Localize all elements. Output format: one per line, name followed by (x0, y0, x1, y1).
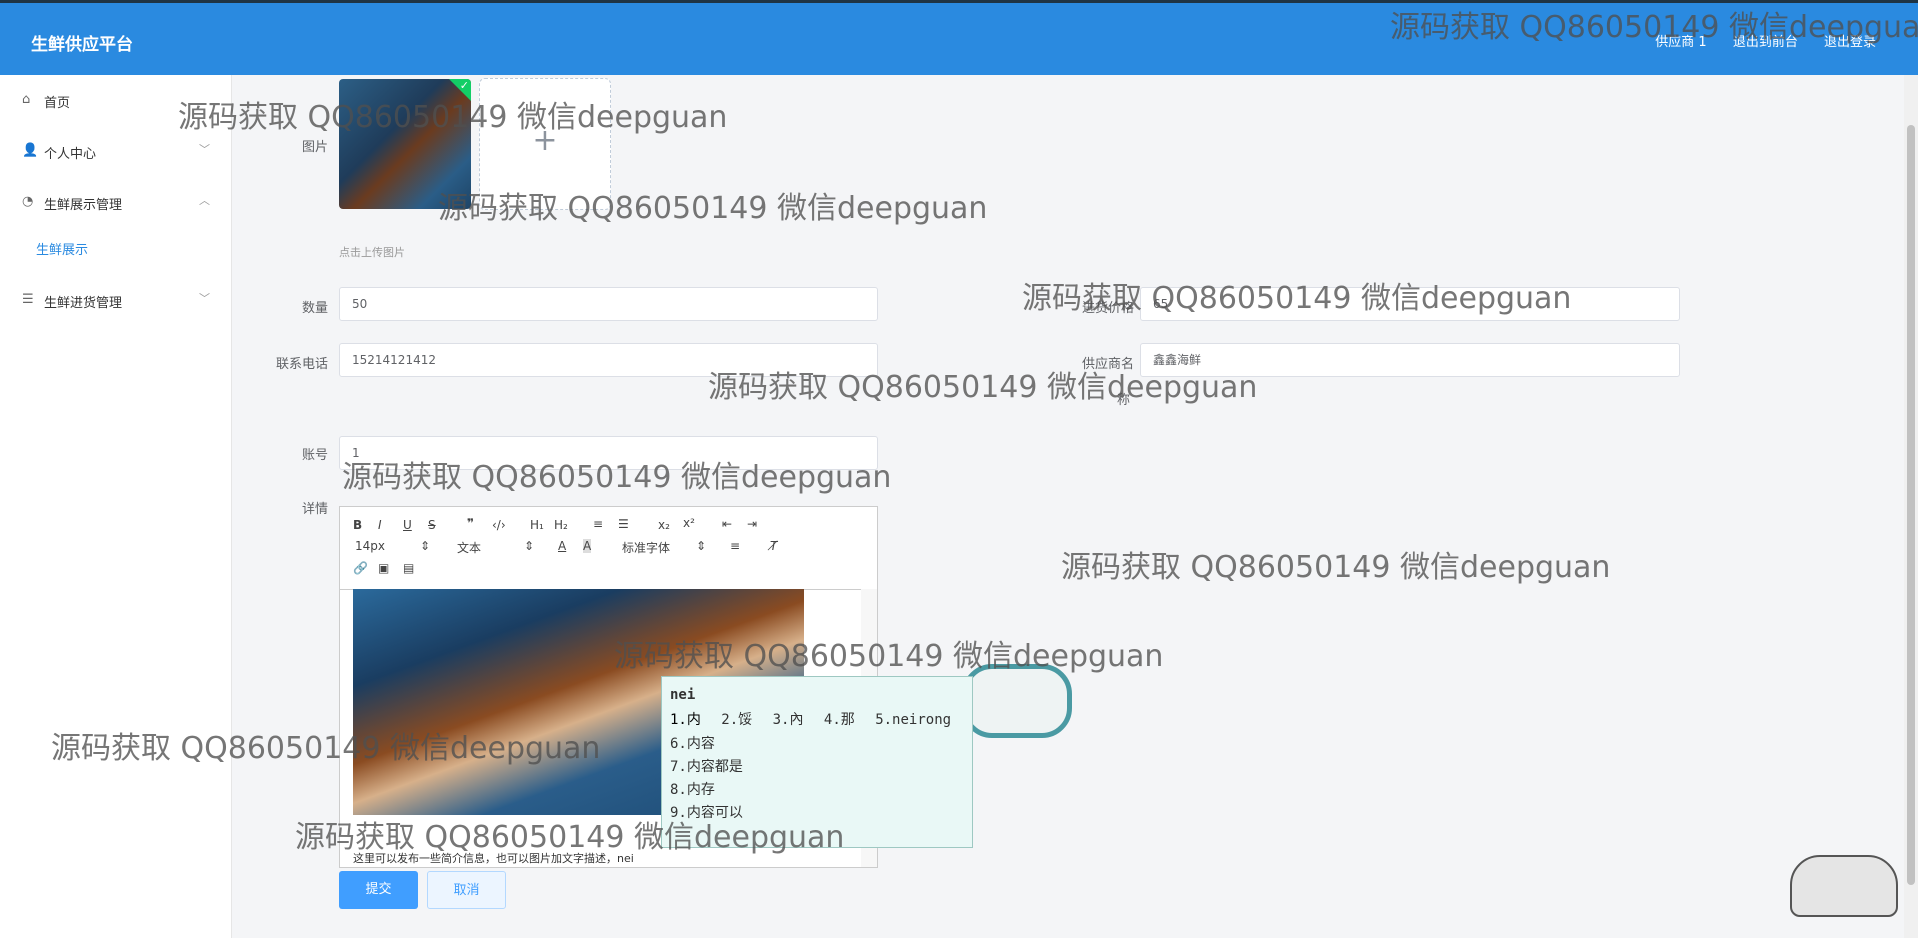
price-label: 进货价格 (1081, 301, 1134, 316)
quote-icon[interactable]: ❞ (467, 516, 474, 530)
superscript-icon[interactable]: x² (683, 516, 695, 530)
ime-mascot-icon (1790, 855, 1898, 917)
image-label: 图片 (301, 140, 328, 155)
app-title: 生鲜供应平台 (31, 35, 133, 55)
code-icon[interactable]: ‹/› (492, 518, 506, 532)
top-bar: 生鲜供应平台 供应商 1 退出到前台 退出登录 (0, 0, 1918, 75)
ime-candidate-row: 1.内 2.馁 3.內 4.那 5.neirong (670, 709, 963, 729)
paragraph-select[interactable]: 文本 (457, 539, 481, 556)
underline-icon[interactable]: U (403, 518, 412, 532)
align-icon[interactable]: ≡ (730, 539, 740, 553)
ime-candidate-window[interactable]: nei 1.内 2.馁 3.內 4.那 5.neirong 6.内容 7.内容都… (661, 676, 973, 848)
user-icon: 👤 (22, 143, 39, 158)
account-label: 账号 (301, 448, 328, 463)
image-icon[interactable]: ▣ (378, 561, 389, 575)
ime-candidate[interactable]: 7.内容都是 (670, 756, 743, 776)
heading1-icon[interactable]: H₁ (530, 518, 544, 532)
outdent-icon[interactable]: ⇤ (722, 517, 732, 531)
chevron-updown-icon: ⇕ (524, 539, 535, 553)
cancel-button[interactable]: 取消 (427, 871, 506, 909)
account-input[interactable]: 1 (339, 436, 878, 470)
ordered-list-icon[interactable]: ≡ (593, 517, 603, 531)
chevron-updown-icon: ⇕ (420, 539, 431, 553)
dashboard-icon: ◔ (22, 194, 34, 209)
background-color-icon[interactable]: A (583, 539, 592, 553)
ime-candidate[interactable]: 6.内容 (670, 733, 715, 753)
ime-candidate[interactable]: 3.內 (773, 712, 804, 728)
bullet-list-icon[interactable]: ☰ (618, 517, 629, 531)
phone-label: 联系电话 (275, 357, 328, 372)
editor-toolbar: B I U S ❞ ‹/› H₁ H₂ ≡ ☰ x₂ x² ⇤ ⇥ 14px ⇕… (340, 507, 877, 590)
sidebar-item-label: 首页 (44, 96, 71, 111)
chevron-down-icon: ﹀ (199, 143, 210, 156)
sidebar-item-fresh-display[interactable]: ◔ 生鲜展示管理 ︿ (0, 185, 232, 221)
phone-input[interactable]: 15214121412 (339, 343, 878, 377)
sidebar-item-profile[interactable]: 👤 个人中心 ﹀ (0, 134, 232, 170)
quantity-label: 数量 (301, 301, 328, 316)
clear-format-icon[interactable]: T̸ (770, 539, 777, 553)
sidebar: ⌂ 首页 👤 个人中心 ﹀ ◔ 生鲜展示管理 ︿ 生鲜展示 ☰ 生鲜进货管理 ﹀ (0, 75, 232, 938)
chevron-down-icon: ﹀ (199, 292, 210, 305)
supplier-input[interactable]: 鑫鑫海鲜 (1140, 343, 1680, 377)
menu-icon: ☰ (22, 292, 34, 307)
detail-label: 详情 (301, 502, 328, 517)
scrollbar-thumb[interactable] (1907, 125, 1915, 885)
italic-icon[interactable]: I (378, 518, 382, 532)
link-icon[interactable]: 🔗 (353, 561, 368, 575)
video-icon[interactable]: ▤ (403, 561, 414, 575)
ime-candidate[interactable]: 9.内容可以 (670, 802, 743, 822)
plus-icon: + (532, 123, 558, 158)
subscript-icon[interactable]: x₂ (658, 518, 670, 532)
editor-text: 这里可以发布一些简介信息，也可以图片加文字描述，nei (353, 852, 634, 865)
chevron-updown-icon: ⇕ (696, 539, 707, 553)
check-icon: ✓ (449, 79, 471, 101)
ime-skin-decoration (962, 664, 1072, 738)
home-icon: ⌂ (22, 92, 31, 107)
supplier-label: 供应商名 (1081, 357, 1134, 372)
sidebar-item-label: 个人中心 (44, 147, 97, 162)
logout-link[interactable]: 退出登录 (1824, 35, 1876, 50)
heading2-icon[interactable]: H₂ (554, 518, 568, 532)
font-size-select[interactable]: 14px (355, 539, 385, 553)
ime-candidate[interactable]: 4.那 (824, 712, 855, 728)
submit-button[interactable]: 提交 (339, 871, 418, 909)
strikethrough-icon[interactable]: S (428, 518, 436, 532)
bold-icon[interactable]: B (353, 518, 362, 532)
back-to-front-link[interactable]: 退出到前台 (1733, 35, 1798, 50)
sidebar-item-label: 生鲜进货管理 (44, 296, 123, 311)
price-input[interactable]: 65 (1140, 287, 1680, 321)
indent-icon[interactable]: ⇥ (747, 517, 757, 531)
sidebar-subitem-fresh-display[interactable]: 生鲜展示 (36, 239, 88, 258)
sidebar-item-label: 生鲜展示管理 (44, 198, 123, 213)
page-scrollbar[interactable] (1904, 75, 1918, 938)
ime-candidate[interactable]: 5.neirong (875, 712, 951, 728)
supplier-label-wrap: 称 (1116, 393, 1130, 408)
ime-candidate[interactable]: 1.内 (670, 712, 701, 728)
user-name[interactable]: 供应商 1 (1655, 35, 1706, 50)
ime-candidate[interactable]: 8.内存 (670, 779, 715, 799)
image-upload-button[interactable]: + (479, 78, 611, 210)
ime-candidate[interactable]: 2.馁 (721, 712, 752, 728)
top-nav: 供应商 1 退出到前台 退出登录 (1633, 31, 1876, 50)
chevron-up-icon: ︿ (199, 194, 210, 207)
uploaded-image-thumbnail[interactable]: ✓ (339, 79, 471, 209)
font-color-icon[interactable]: A (558, 539, 566, 553)
sidebar-item-home[interactable]: ⌂ 首页 (0, 83, 232, 119)
upload-hint: 点击上传图片 (339, 246, 405, 259)
font-family-select[interactable]: 标准字体 (622, 539, 670, 556)
sidebar-item-fresh-purchase[interactable]: ☰ 生鲜进货管理 ﹀ (0, 283, 232, 319)
ime-composition: nei (670, 687, 696, 703)
watermark: 源码获取 QQ86050149 微信deepguan (1061, 550, 1611, 585)
quantity-input[interactable]: 50 (339, 287, 878, 321)
